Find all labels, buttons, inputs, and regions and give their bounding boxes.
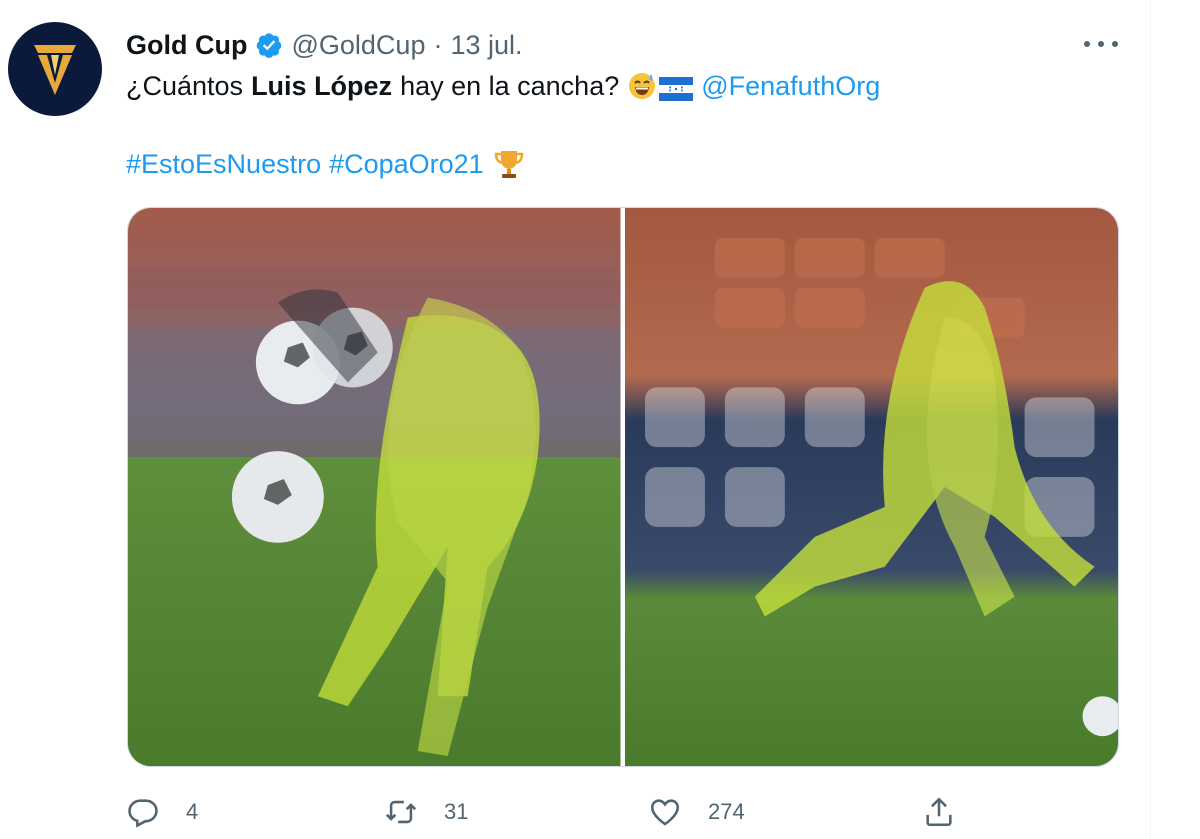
hashtag-link[interactable]: #CopaOro21 <box>329 146 484 182</box>
retweet-count: 31 <box>444 799 469 824</box>
share-icon <box>926 797 952 827</box>
more-options-icon[interactable] <box>1084 34 1118 54</box>
reply-icon <box>128 799 158 828</box>
display-name[interactable]: Gold Cup <box>126 30 247 61</box>
timeline-divider <box>1150 0 1151 839</box>
grinning-sweat-emoji <box>627 71 657 101</box>
trophy-emoji <box>492 147 526 181</box>
mention-link[interactable]: @FenafuthOrg <box>701 68 880 104</box>
verified-badge-icon <box>255 31 283 59</box>
like-count: 274 <box>708 799 745 824</box>
handle[interactable]: @GoldCup <box>291 30 425 61</box>
retweet-icon <box>385 800 417 824</box>
avatar[interactable] <box>8 22 102 116</box>
tweet-hashtags-line: #EstoEsNuestro #CopaOro21 <box>126 146 526 182</box>
heart-icon <box>650 799 680 826</box>
tweet-text-bold: Luis López <box>251 71 393 101</box>
hashtag-link[interactable]: #EstoEsNuestro <box>126 146 321 182</box>
media-photo[interactable] <box>624 208 1118 766</box>
tweet-text-segment: hay en la cancha? <box>400 71 620 101</box>
tweet-header: Gold Cup @GoldCup · 13 jul. <box>126 28 523 62</box>
separator-dot: · <box>433 29 443 60</box>
reply-count: 4 <box>186 799 199 824</box>
share-button[interactable] <box>922 790 956 834</box>
tweet-text-segment: ¿Cuántos <box>126 71 244 101</box>
reply-button[interactable]: 4 <box>126 790 198 834</box>
media-photo[interactable] <box>128 208 621 766</box>
tweet-text-line: ¿Cuántos Luis López hay en la cancha? @F… <box>126 68 880 104</box>
tweet-media[interactable] <box>127 207 1119 767</box>
tweet-actions: 4 31 274 <box>126 790 1126 834</box>
tweet[interactable]: Gold Cup @GoldCup · 13 jul. ¿Cuántos Lui… <box>0 0 1150 839</box>
retweet-button[interactable]: 31 <box>384 790 468 834</box>
like-button[interactable]: 274 <box>648 790 745 834</box>
tweet-date[interactable]: 13 jul. <box>450 30 522 61</box>
honduras-flag-emoji <box>659 74 694 101</box>
gold-cup-logo-icon <box>34 45 76 95</box>
